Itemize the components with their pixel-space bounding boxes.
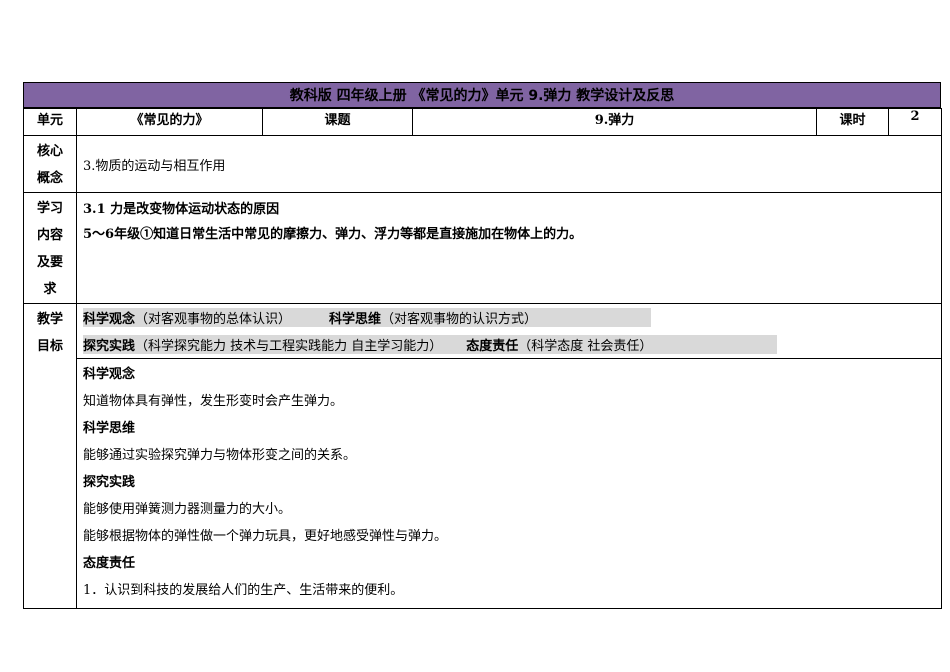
core-concept-text: 3.物质的运动与相互作用 [76, 135, 942, 193]
objective-item: 能够使用弹簧测力器测量力的大小。 [83, 502, 292, 517]
learning-row: 学习 内容 及要 求 3.1 力是改变物体运动状态的原因 5～6年级①知道日常生… [23, 192, 942, 304]
unit-value: 《常见的力》 [76, 108, 263, 136]
objective-item: 能够根据物体的弹性做一个弹力玩具，更好地感受弹性与弹力。 [83, 529, 448, 544]
objective-heading: 态度责任 [83, 556, 136, 571]
topic-label: 课题 [262, 108, 413, 136]
document-title-bar: 教科版 四年级上册 《常见的力》单元 9.弹力 教学设计及反思 [23, 82, 941, 108]
objective-heading: 探究实践 [83, 475, 136, 490]
objectives-detail: 科学观念 知道物体具有弹性，发生形变时会产生弹力。 科学思维 能够通过实验探究弹… [76, 358, 942, 609]
unit-label: 单元 [23, 108, 77, 136]
topic-value: 9.弹力 [412, 108, 817, 136]
objective-heading: 科学观念 [83, 367, 136, 382]
learning-line-1: 3.1 力是改变物体运动状态的原因 [83, 202, 280, 217]
learning-content: 3.1 力是改变物体运动状态的原因 5～6年级①知道日常生活中常见的摩擦力、弹力… [76, 192, 942, 304]
info-row: 单元 《常见的力》 课题 9.弹力 课时 2 [23, 108, 942, 136]
objectives-detail-row: 科学观念 知道物体具有弹性，发生形变时会产生弹力。 科学思维 能够通过实验探究弹… [24, 358, 942, 609]
period-value: 2 [888, 108, 942, 136]
objectives-categories: 科学观念（对客观事物的总体认识） 科学思维（对客观事物的认识方式） 探究实践（科学… [76, 303, 942, 359]
objective-item: 1．认识到科技的发展给人们的生产、生活带来的便利。 [83, 583, 404, 598]
document-page: 教科版 四年级上册 《常见的力》单元 9.弹力 教学设计及反思 单元 《常见的力… [0, 0, 950, 672]
objective-item: 能够通过实验探究弹力与物体形变之间的关系。 [83, 448, 357, 463]
core-concept-row: 核心 概念 3.物质的运动与相互作用 [23, 135, 942, 193]
document-title: 教科版 四年级上册 《常见的力》单元 9.弹力 教学设计及反思 [289, 88, 675, 104]
objectives-category-row-1: 科学观念（对客观事物的总体认识） 科学思维（对客观事物的认识方式） [77, 304, 941, 331]
learning-label: 学习 内容 及要 求 [23, 192, 77, 304]
period-label: 课时 [816, 108, 889, 136]
objective-item: 知道物体具有弹性，发生形变时会产生弹力。 [83, 394, 344, 409]
objectives-row: 教学 目标 科学观念（对客观事物的总体认识） 科学思维（对客观事物的认识方式） 探… [23, 303, 942, 609]
learning-line-2: 5～6年级①知道日常生活中常见的摩擦力、弹力、浮力等都是直接施加在物体上的力。 [83, 227, 583, 242]
core-concept-label: 核心 概念 [23, 135, 77, 193]
objectives-category-row-2: 探究实践（科学探究能力 技术与工程实践能力 自主学习能力） 态度责任（科学态度 社… [77, 331, 941, 358]
objectives-label: 教学 目标 [23, 303, 77, 609]
objective-heading: 科学思维 [83, 421, 136, 436]
lesson-plan-table: 单元 《常见的力》 课题 9.弹力 课时 2 核心 概念 3.物质的运动与相互作… [23, 108, 942, 609]
